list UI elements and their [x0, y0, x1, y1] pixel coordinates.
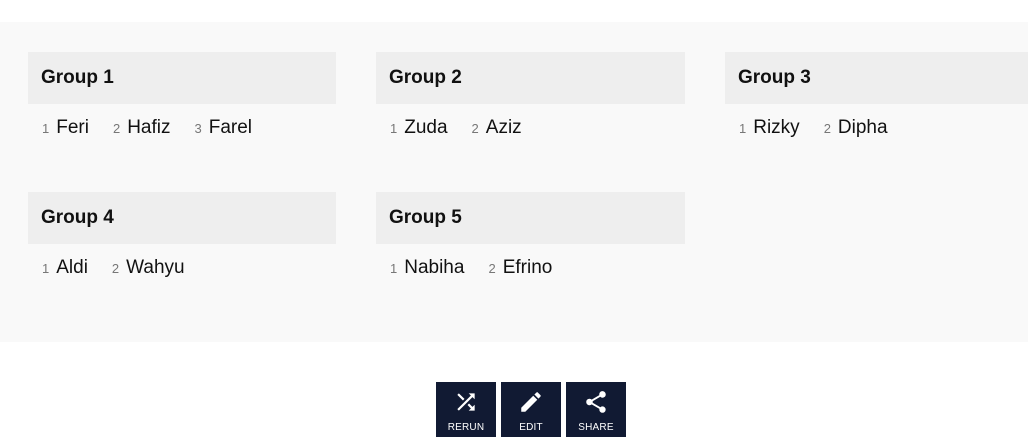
- member-name: Rizky: [753, 117, 800, 138]
- member-list: 1 Feri 2 Hafiz 3 Farel: [28, 117, 336, 139]
- list-item: 2 Wahyu: [112, 257, 185, 279]
- member-number: 1: [42, 261, 50, 276]
- member-number: 1: [42, 121, 50, 136]
- group-title: Group 4: [28, 192, 336, 244]
- list-item: 1 Feri: [42, 117, 89, 139]
- member-name: Dipha: [837, 117, 888, 138]
- list-item: 2 Hafiz: [113, 117, 171, 139]
- rerun-label: RERUN: [447, 422, 485, 433]
- list-item: 2 Dipha: [824, 117, 888, 139]
- member-number: 1: [390, 261, 398, 276]
- member-list: 1 Nabiha 2 Efrino: [376, 257, 685, 279]
- member-list: 1 Rizky 2 Dipha: [725, 117, 1028, 139]
- member-number: 2: [471, 121, 479, 136]
- group-card-4: Group 4 1 Aldi 2 Wahyu: [28, 192, 336, 292]
- share-icon: [586, 391, 606, 413]
- edit-button[interactable]: EDIT: [501, 382, 561, 437]
- member-name: Wahyu: [126, 257, 185, 278]
- group-card-5: Group 5 1 Nabiha 2 Efrino: [376, 192, 685, 292]
- member-number: 2: [111, 261, 120, 276]
- list-item: 3 Farel: [195, 117, 253, 139]
- member-number: 1: [739, 121, 747, 136]
- member-name: Farel: [208, 117, 253, 138]
- share-button[interactable]: SHARE: [566, 382, 626, 437]
- member-list: 1 Zuda 2 Aziz: [376, 117, 685, 139]
- member-number: 2: [488, 261, 496, 276]
- list-item: 1 Rizky: [739, 117, 800, 139]
- member-name: Hafiz: [127, 117, 171, 138]
- member-name: Zuda: [404, 117, 448, 138]
- list-item: 1 Nabiha: [390, 257, 464, 279]
- list-item: 1 Aldi: [42, 257, 88, 279]
- member-name: Nabiha: [404, 257, 465, 278]
- list-item: 2 Aziz: [472, 117, 522, 139]
- member-number: 1: [390, 121, 398, 136]
- group-card-3: Group 3 1 Rizky 2 Dipha: [725, 52, 1028, 152]
- group-card-1: Group 1 1 Feri 2 Hafiz 3 Farel: [28, 52, 336, 152]
- member-number: 2: [112, 121, 121, 136]
- member-list: 1 Aldi 2 Wahyu: [28, 257, 336, 279]
- share-label: SHARE: [578, 422, 614, 433]
- shuffle-icon: [457, 393, 475, 411]
- member-name: Aziz: [485, 117, 522, 138]
- member-name: Efrino: [502, 257, 553, 278]
- member-number: 3: [194, 121, 202, 136]
- pencil-icon: [521, 392, 541, 412]
- group-title: Group 1: [28, 52, 336, 104]
- edit-label: EDIT: [519, 422, 543, 433]
- member-name: Aldi: [56, 257, 88, 278]
- member-name: Feri: [56, 117, 89, 138]
- member-number: 2: [823, 121, 831, 136]
- group-title: Group 2: [376, 52, 685, 104]
- list-item: 2 Efrino: [488, 257, 552, 279]
- group-card-2: Group 2 1 Zuda 2 Aziz: [376, 52, 685, 152]
- group-title: Group 5: [376, 192, 685, 244]
- list-item: 1 Zuda: [390, 117, 448, 139]
- groups-panel: Group 1 1 Feri 2 Hafiz 3 Farel Group 2 1…: [0, 22, 1028, 342]
- group-title: Group 3: [725, 52, 1028, 104]
- action-toolbar: RERUN EDIT SHARE: [436, 382, 626, 437]
- rerun-button[interactable]: RERUN: [436, 382, 496, 437]
